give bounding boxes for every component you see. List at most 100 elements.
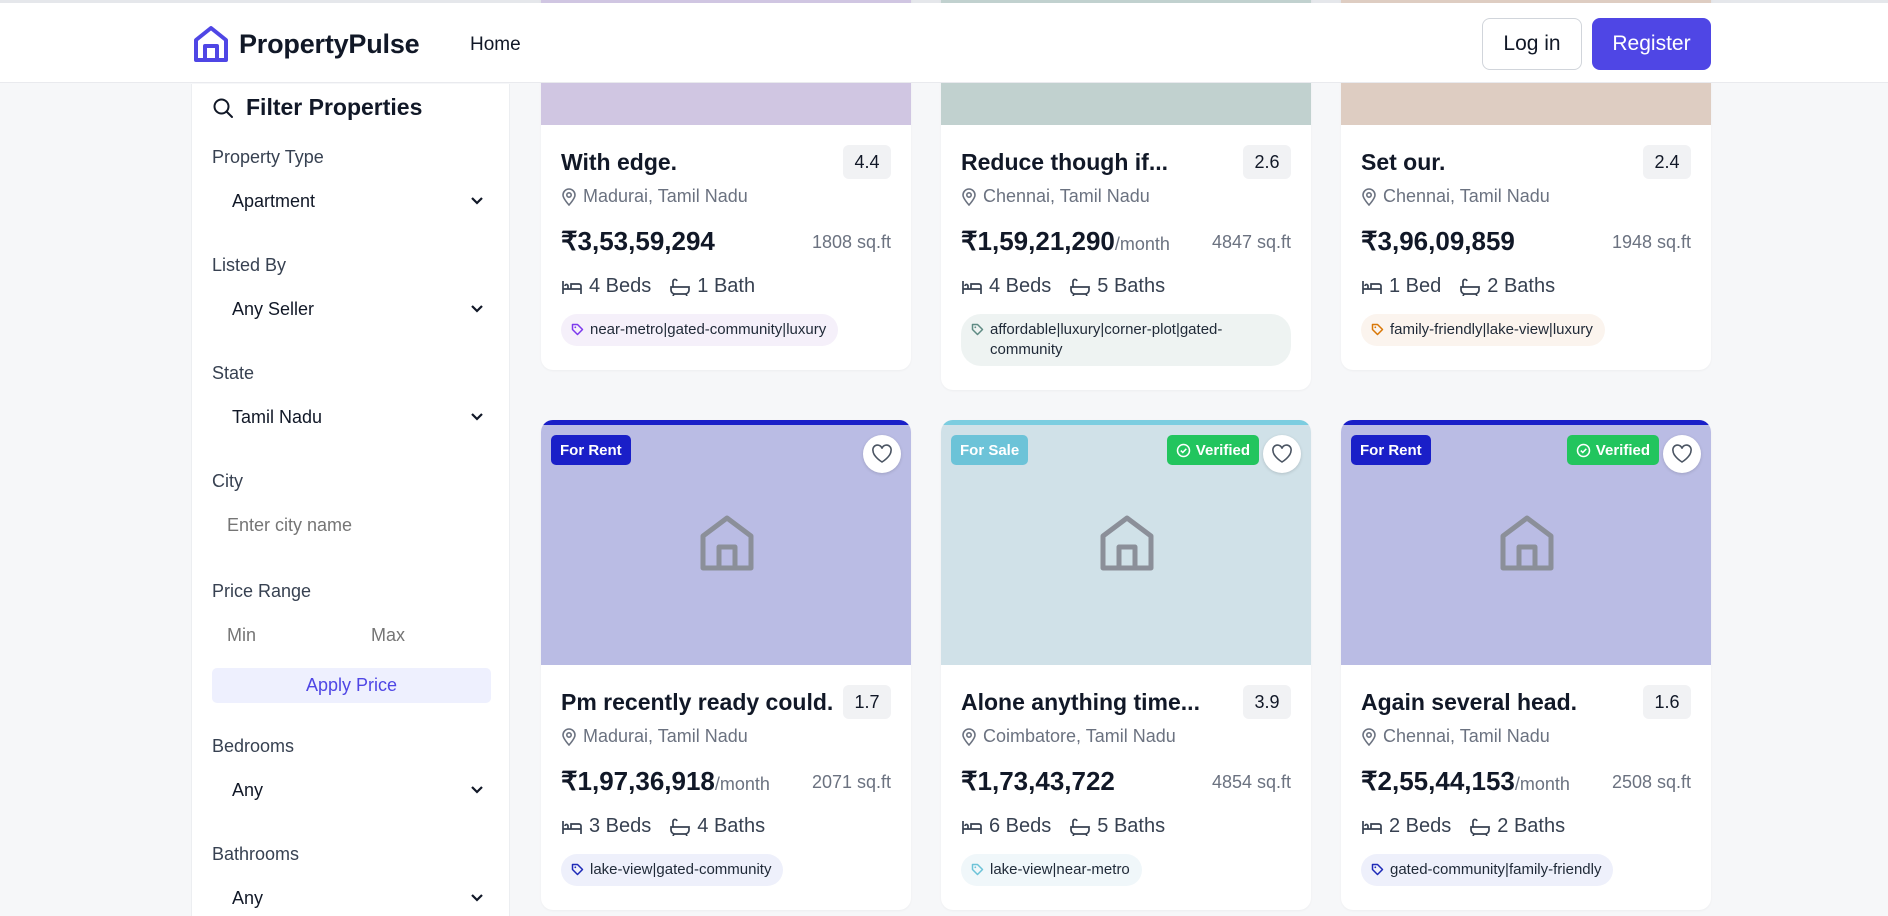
home-logo-icon (194, 26, 228, 62)
favorite-button[interactable] (1263, 435, 1301, 473)
tags-text: near-metro|gated-community|luxury (590, 320, 826, 340)
status-badge: For Rent (1351, 435, 1431, 465)
bed-icon (1361, 278, 1383, 296)
beds-count: 4 Beds (589, 275, 652, 297)
property-area: 2508 sq.ft (1611, 772, 1691, 792)
bathrooms-value: Any (232, 887, 264, 908)
chevron-down-icon (471, 894, 483, 902)
property-tags: near-metro|gated-community|luxury (561, 314, 839, 346)
price-value: ₹1,97,36,918 (561, 766, 715, 796)
chevron-down-icon (471, 197, 483, 205)
tag-icon (971, 860, 984, 876)
tag-icon (571, 860, 584, 876)
property-title[interactable]: With edge. (561, 149, 677, 176)
search-icon (213, 98, 233, 118)
state-select[interactable]: Tamil Nadu (212, 397, 492, 437)
rating-badge: 4.4 (843, 145, 891, 179)
price-period: /month (1114, 234, 1170, 254)
state-label: State (212, 363, 255, 383)
bath-icon (669, 818, 691, 836)
max-price-input[interactable] (356, 615, 491, 655)
property-tags: lake-view|near-metro (961, 854, 1142, 886)
beds-count: 1 Bed (1389, 275, 1442, 297)
check-circle-icon (1576, 443, 1591, 458)
site-header: PropertyPulse Home Log in Register (0, 3, 1888, 83)
city-input[interactable] (212, 505, 492, 545)
tags-text: lake-view|near-metro (990, 860, 1130, 880)
tags-line: family-friendly|lake-view|luxury (1390, 321, 1593, 338)
tag-icon (571, 320, 584, 336)
bath-icon (669, 278, 691, 296)
property-features: 4 Beds 5 Baths (961, 275, 1165, 298)
verified-label: Verified (1195, 441, 1250, 459)
tags-text: lake-view|gated-community (590, 860, 771, 880)
register-button[interactable]: Register (1592, 18, 1711, 70)
login-button[interactable]: Log in (1482, 18, 1582, 70)
property-type-value: Apartment (232, 190, 316, 211)
status-badge: For Rent (551, 435, 631, 465)
tag-icon (1371, 860, 1384, 876)
bath-icon (1459, 278, 1481, 296)
favorite-button[interactable] (863, 435, 901, 473)
verified-label: Verified (1595, 441, 1650, 459)
bath-icon (1069, 818, 1091, 836)
property-features: 2 Beds 2 Baths (1361, 815, 1565, 838)
min-price-input[interactable] (212, 615, 347, 655)
brand-logo[interactable]: PropertyPulse (193, 25, 420, 63)
property-title[interactable]: Alone anything time... (961, 689, 1200, 716)
filter-sidebar: Filter Properties Property Type Apartmen… (191, 84, 510, 916)
property-price: ₹3,96,09,859 (1361, 226, 1515, 257)
tags-line: gated-community|family-friendly (1390, 861, 1602, 878)
property-title[interactable]: Again several head. (1361, 689, 1577, 716)
verified-badge: Verified (1166, 435, 1259, 465)
bed-icon (961, 818, 983, 836)
chevron-down-icon (471, 413, 483, 421)
tags-line: lake-view|gated-community (590, 861, 772, 878)
beds-count: 6 Beds (989, 815, 1052, 837)
apply-price-button[interactable]: Apply Price (212, 668, 491, 703)
property-location: Chennai, Tamil Nadu (1361, 726, 1550, 747)
price-period: /month (1514, 774, 1570, 794)
home-placeholder-icon (1499, 514, 1555, 577)
property-type-select[interactable]: Apartment (212, 181, 492, 221)
favorite-button[interactable] (1663, 435, 1701, 473)
property-tags: affordable|luxury|corner-plot|gated-comm… (961, 314, 1291, 366)
property-title[interactable]: Reduce though if... (961, 149, 1168, 176)
property-card[interactable]: For Sale Verified Alone anything time... 3.… (941, 420, 1311, 910)
rating-badge: 1.6 (1643, 685, 1691, 719)
beds-count: 3 Beds (589, 815, 652, 837)
bedrooms-label: Bedrooms (212, 736, 295, 756)
baths-count: 5 Baths (1097, 275, 1166, 297)
listed-by-value: Any Seller (232, 298, 315, 319)
bed-icon (1361, 818, 1383, 836)
baths-count: 2 Baths (1487, 275, 1556, 297)
tags-text: gated-community|family-friendly (1390, 860, 1601, 880)
brand-name: PropertyPulse (239, 28, 420, 59)
location-text: Chennai, Tamil Nadu (1383, 186, 1550, 206)
rating-badge: 2.4 (1643, 145, 1691, 179)
property-tags: gated-community|family-friendly (1361, 854, 1614, 886)
bedrooms-select[interactable]: Any (212, 770, 492, 810)
property-tags: family-friendly|lake-view|luxury (1361, 314, 1605, 346)
home-placeholder-icon (699, 514, 755, 577)
listed-by-label: Listed By (212, 255, 287, 275)
property-title[interactable]: Pm recently ready could. (561, 689, 833, 716)
tag-icon (971, 320, 984, 336)
status-bar (541, 420, 911, 425)
listed-by-select[interactable]: Any Seller (212, 289, 492, 329)
bathrooms-select[interactable]: Any (212, 878, 492, 916)
nav-home-link[interactable]: Home (470, 34, 521, 56)
property-features: 6 Beds 5 Baths (961, 815, 1165, 838)
baths-count: 5 Baths (1097, 815, 1166, 837)
heart-icon (1271, 444, 1293, 464)
filter-title-text: Filter Properties (246, 94, 423, 120)
property-title[interactable]: Set our. (1361, 149, 1445, 176)
baths-count: 1 Bath (697, 275, 756, 297)
tags-text: family-friendly|lake-view|luxury (1390, 320, 1593, 340)
price-value: ₹1,59,21,290 (961, 226, 1115, 256)
property-card[interactable]: For Rent Verified Again several head. 1.6 Ch… (1341, 420, 1711, 910)
tags-line-2: community (990, 341, 1063, 358)
property-card[interactable]: For Rent Pm recently ready could. 1.7 Madur… (541, 420, 911, 910)
property-price: ₹2,55,44,153/month (1361, 766, 1570, 797)
property-area: 1808 sq.ft (811, 232, 891, 252)
